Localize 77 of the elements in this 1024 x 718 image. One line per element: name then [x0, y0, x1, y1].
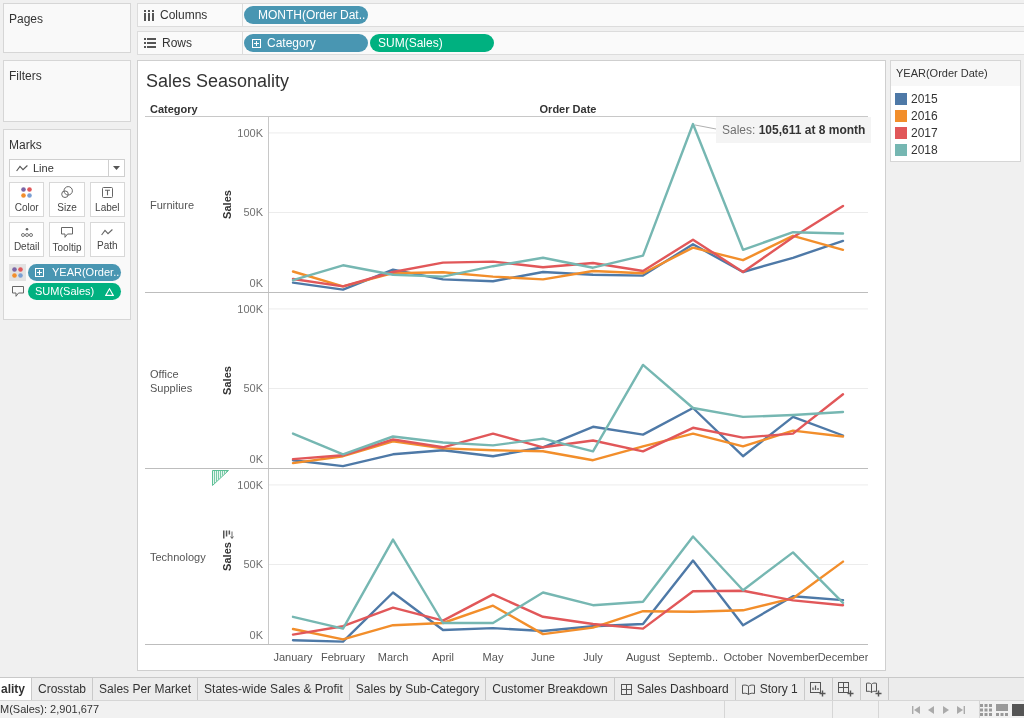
axis-tick-label: January: [273, 651, 313, 663]
grid-view-icon[interactable]: [980, 703, 992, 716]
sort-icon[interactable]: [223, 530, 234, 539]
axis-tick-label: August: [625, 651, 661, 663]
axis-tick-label: May: [482, 651, 504, 663]
panel-title: Filters: [9, 68, 42, 85]
speech-bubble-icon: [61, 226, 73, 238]
row-header: Office Supplies: [150, 366, 194, 395]
legend-label[interactable]: 2015: [911, 89, 938, 108]
axis-tick-label: 0K: [249, 629, 263, 641]
shelf-label: Columns: [160, 7, 208, 24]
new-dashboard-icon: [838, 681, 855, 697]
axis-tick-label: Septemb..: [667, 651, 719, 663]
columns-icon: [144, 9, 154, 21]
panel-title: Pages: [9, 11, 44, 28]
new-worksheet-icon: [810, 681, 827, 697]
row-header: Technology: [150, 549, 206, 564]
mark-property-button[interactable]: Label: [89, 182, 125, 217]
mark-type-dropdown[interactable]: Line: [9, 159, 125, 177]
legend-title: YEAR(Order Date): [896, 66, 988, 82]
sheet-tab[interactable]: ality: [0, 678, 32, 700]
next-icon[interactable]: [942, 705, 950, 714]
caret-icon: [113, 166, 120, 170]
axis-tick-label: July: [583, 651, 603, 663]
sheet-title: Sales Seasonality: [146, 71, 290, 91]
axis-tick-label: December: [817, 651, 868, 663]
axis-tick-label: October: [723, 651, 763, 663]
line-chart-icon: [16, 164, 28, 172]
tooltip: Sales: 105,611 at 8 month: [716, 117, 872, 143]
rows-icon: [144, 38, 156, 48]
plus-box-icon: [252, 38, 261, 48]
mark-property-button[interactable]: Tooltip: [49, 222, 85, 257]
mark-property-button[interactable]: Path: [89, 222, 125, 257]
tooltip-leader-line: [694, 124, 717, 130]
axis-tick-label: 50K: [243, 558, 263, 571]
axis-tick-label: 50K: [243, 206, 263, 219]
axis-tick-label: 100K: [237, 478, 263, 491]
axis-tick-label: April: [432, 651, 454, 663]
axis-tick-label: 100K: [237, 126, 263, 139]
legend-label[interactable]: 2018: [911, 140, 938, 159]
status-summary: M(Sales): 2,901,677: [0, 702, 100, 718]
axis-title[interactable]: Sales: [221, 190, 233, 219]
text-box-icon: [101, 186, 113, 198]
zigzag-line-icon: [101, 228, 114, 236]
color-dots-icon: [9, 264, 26, 281]
axis-tick-label: June: [531, 651, 555, 663]
plus-box-icon: [35, 268, 44, 277]
column-header-title: Order Date: [539, 103, 597, 115]
mark-property-button[interactable]: Color: [9, 182, 45, 217]
last-page-icon[interactable]: [957, 705, 965, 714]
axis-title[interactable]: Sales: [221, 542, 233, 571]
axis-tick-label: March: [377, 651, 409, 663]
previous-icon[interactable]: [927, 705, 935, 714]
axis-tick-label: 100K: [237, 302, 263, 315]
speech-bubble-icon: [11, 286, 24, 297]
axis-title[interactable]: Sales: [221, 366, 233, 395]
single-view-icon[interactable]: [1012, 703, 1024, 716]
grid-icon: [620, 683, 632, 695]
book-icon: [741, 683, 755, 695]
dots-icon: [20, 227, 33, 237]
new-story-icon: [866, 681, 883, 697]
axis-tick-label: February: [321, 651, 365, 663]
row-header-title: Category: [150, 103, 198, 115]
row-header: Furniture: [150, 197, 195, 212]
axis-tick-label: 0K: [249, 277, 263, 289]
first-page-icon[interactable]: [912, 705, 920, 714]
axis-tick-label: 0K: [249, 453, 263, 465]
axis-tick-label: November: [767, 651, 819, 663]
color-dots-icon: [21, 186, 33, 198]
shelf-label: Rows: [162, 35, 192, 52]
legend-label[interactable]: 2017: [911, 123, 938, 142]
mark-property-button[interactable]: Size: [49, 182, 85, 217]
legend-label[interactable]: 2016: [911, 106, 938, 125]
axis-tick-label: 50K: [243, 382, 263, 395]
mark-property-button[interactable]: Detail: [9, 222, 45, 257]
circles-icon: [61, 186, 73, 198]
panel-title: Marks: [9, 137, 42, 154]
